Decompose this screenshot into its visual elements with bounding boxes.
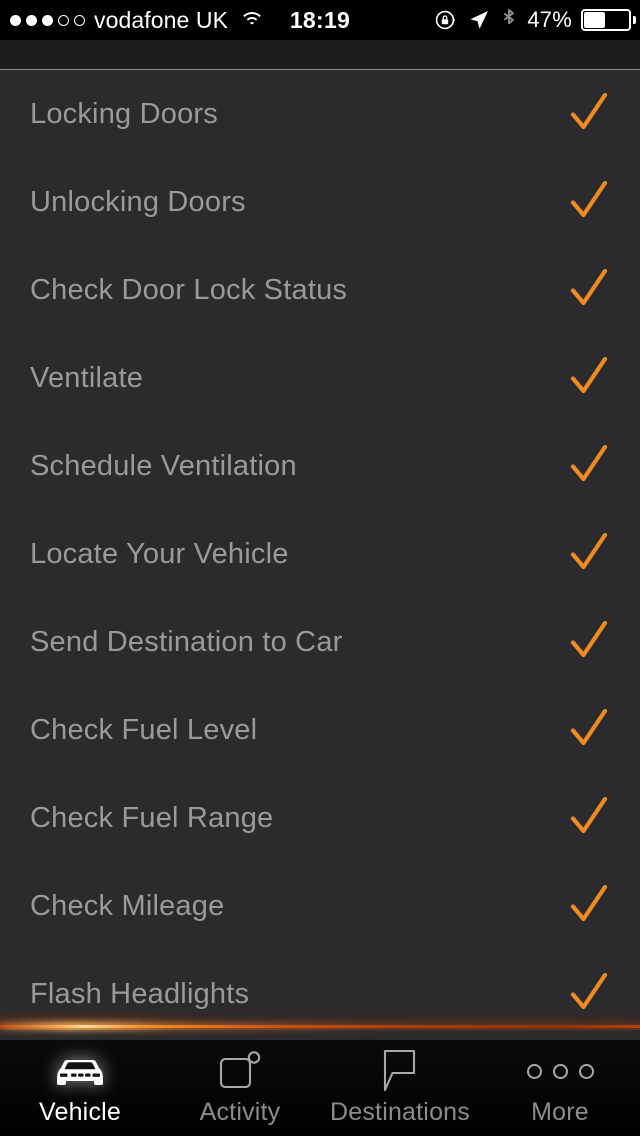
- map-pin-flag-icon: [380, 1049, 420, 1092]
- tab-activity[interactable]: Activity: [160, 1040, 320, 1136]
- bottom-tab-bar: Vehicle Activity Destinations More: [0, 1040, 640, 1136]
- list-item-label: Check Door Lock Status: [30, 273, 348, 306]
- list-item-label: Unlocking Doors: [30, 185, 246, 218]
- square-badge-icon: [217, 1050, 263, 1092]
- checkmark-icon: [566, 177, 612, 228]
- checkmark-icon: [566, 617, 612, 668]
- list-item[interactable]: Check Fuel Level: [0, 686, 640, 774]
- list-item[interactable]: Locking Doors: [0, 70, 640, 158]
- list-item[interactable]: Check Fuel Range: [0, 774, 640, 862]
- feature-list: Locking Doors Unlocking Doors Check Door L…: [0, 70, 640, 1038]
- list-item[interactable]: Check Mileage: [0, 862, 640, 950]
- checkmark-icon: [566, 89, 612, 140]
- battery-icon: [581, 9, 636, 31]
- list-item-label: Ventilate: [30, 361, 144, 394]
- checkmark-icon: [566, 969, 612, 1020]
- list-item-label: Check Fuel Range: [30, 801, 274, 834]
- tab-destinations[interactable]: Destinations: [320, 1040, 480, 1136]
- list-item-label: Schedule Ventilation: [30, 449, 297, 482]
- list-item[interactable]: Check Door Lock Status: [0, 246, 640, 334]
- list-item[interactable]: Ventilate: [0, 334, 640, 422]
- tab-label: More: [531, 1098, 589, 1126]
- battery-percent-label: 47%: [527, 7, 572, 32]
- list-item[interactable]: Flash Headlights: [0, 950, 640, 1038]
- list-item[interactable]: Locate Your Vehicle: [0, 510, 640, 598]
- feature-list-scroll-area[interactable]: Locking Doors Unlocking Doors Check Door L…: [0, 40, 640, 1040]
- rotation-lock-icon: [434, 8, 458, 32]
- checkmark-icon: [566, 529, 612, 580]
- status-bar-right: 47%: [434, 0, 636, 40]
- list-item[interactable]: Unlocking Doors: [0, 158, 640, 246]
- list-item-label: Send Destination to Car: [30, 625, 343, 658]
- car-front-icon: [49, 1050, 111, 1092]
- location-arrow-icon: [467, 8, 491, 32]
- bluetooth-icon: [500, 7, 518, 33]
- list-item-label: Flash Headlights: [30, 977, 250, 1010]
- list-item[interactable]: Schedule Ventilation: [0, 422, 640, 510]
- tab-label: Vehicle: [38, 1098, 121, 1126]
- tab-more[interactable]: More: [480, 1040, 640, 1136]
- checkmark-icon: [566, 705, 612, 756]
- checkmark-icon: [566, 265, 612, 316]
- status-bar: vodafone UK 18:19 47%: [0, 0, 640, 40]
- checkmark-icon: [566, 353, 612, 404]
- tab-vehicle[interactable]: Vehicle: [0, 1040, 160, 1136]
- list-top-band: [0, 40, 640, 70]
- ellipsis-icon: [526, 1050, 594, 1092]
- list-item[interactable]: Send Destination to Car: [0, 598, 640, 686]
- checkmark-icon: [566, 881, 612, 932]
- checkmark-icon: [566, 793, 612, 844]
- list-item-label: Check Mileage: [30, 889, 225, 922]
- list-item-label: Locate Your Vehicle: [30, 537, 289, 570]
- list-item-label: Locking Doors: [30, 97, 218, 130]
- list-item-label: Check Fuel Level: [30, 713, 258, 746]
- checkmark-icon: [566, 441, 612, 492]
- tab-label: Destinations: [330, 1098, 470, 1126]
- tab-label: Activity: [199, 1098, 281, 1126]
